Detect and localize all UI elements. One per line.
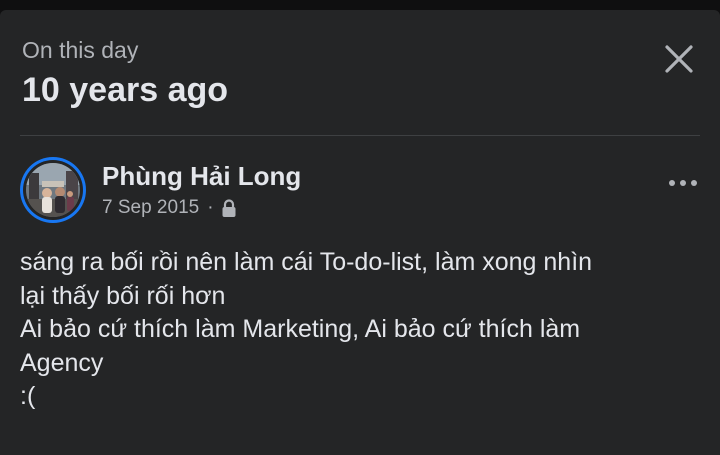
memory-subtitle: On this day <box>22 37 139 63</box>
post-date[interactable]: 7 Sep 2015 <box>102 196 199 220</box>
post-line: Ai bảo cứ thích làm Marketing, Ai bảo cứ… <box>20 315 581 343</box>
post-text: sáng ra bối rồi nên làm cái To-do-list, … <box>20 246 700 414</box>
more-options-button[interactable] <box>666 172 700 194</box>
close-button[interactable] <box>660 40 698 78</box>
post-line: lại thấy bối rối hơn <box>20 281 226 310</box>
memory-card: On this day 10 years ago Phùng Hải Long … <box>0 10 720 455</box>
meta-separator: · <box>207 197 214 218</box>
post-line: Agency <box>20 348 104 377</box>
top-strip <box>0 0 720 10</box>
memory-title: 10 years ago <box>22 71 229 109</box>
avatar-photo <box>26 163 80 217</box>
avatar[interactable] <box>20 157 86 223</box>
post-meta: 7 Sep 2015 · <box>102 196 237 220</box>
header-divider <box>20 135 700 136</box>
lock-icon <box>222 198 236 217</box>
more-options-icon <box>669 180 697 186</box>
author-name[interactable]: Phùng Hải Long <box>102 160 301 192</box>
close-icon <box>665 45 693 73</box>
avatar-ring-gap <box>23 160 83 220</box>
post-line: sáng ra bối rồi nên làm cái To-do-list, … <box>20 248 593 276</box>
post-line: :( <box>20 382 36 410</box>
